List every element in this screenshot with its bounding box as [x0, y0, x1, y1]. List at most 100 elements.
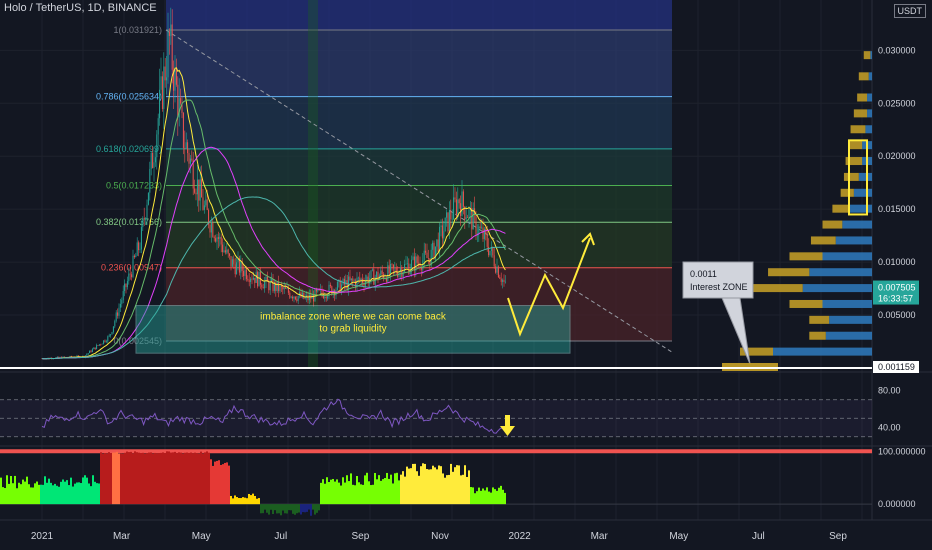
- oscillator-bar: [162, 452, 164, 505]
- candle-body: [433, 242, 435, 259]
- oscillator-bar: [258, 498, 260, 505]
- candle-body: [296, 299, 298, 301]
- oscillator-bar: [84, 475, 86, 505]
- oscillator-bar: [22, 479, 24, 505]
- candle-body: [349, 276, 351, 281]
- candle-body: [254, 277, 256, 283]
- oscillator-bar: [250, 495, 252, 505]
- oscillator-bar: [206, 451, 208, 505]
- oscillator-bar: [106, 453, 108, 505]
- oscillator-bar: [32, 487, 34, 505]
- oscillator-bar: [238, 498, 240, 505]
- oscillator-bar: [140, 452, 142, 505]
- candle-body: [346, 280, 348, 290]
- oscillator-bar: [226, 462, 228, 505]
- oscillator-bar: [438, 465, 440, 505]
- oscillator-bar: [378, 475, 380, 505]
- oscillator-bar: [204, 452, 206, 505]
- oscillator-pane: [0, 449, 872, 516]
- candle-body: [272, 278, 274, 292]
- oscillator-bar: [304, 504, 306, 513]
- oscillator-bar: [312, 504, 314, 510]
- candle-body: [86, 354, 88, 356]
- oscillator-bar: [480, 490, 482, 505]
- oscillator-bar: [72, 486, 74, 505]
- candle-body: [415, 256, 417, 271]
- oscillator-bar: [68, 485, 70, 505]
- candle-body: [94, 347, 96, 350]
- candle-body: [419, 262, 421, 268]
- candle-body: [408, 263, 410, 275]
- candle-body: [496, 266, 498, 273]
- volume-profile-bar-buy: [809, 315, 830, 324]
- interest-zone-callout: [682, 261, 754, 299]
- oscillator-bar: [460, 475, 462, 505]
- candle-body: [145, 219, 147, 220]
- oscillator-bar: [248, 493, 250, 505]
- oscillator-bar: [46, 482, 48, 505]
- volume-profile-bar-sell: [848, 204, 872, 213]
- oscillator-bar: [62, 479, 64, 505]
- oscillator-bar: [464, 465, 466, 505]
- trading-chart[interactable]: 1(0.031921) 0.786(0.025634) 0.618(0.020699…: [0, 0, 932, 550]
- candle-body: [167, 31, 169, 78]
- candle-body: [497, 266, 499, 278]
- candle-body: [301, 292, 303, 298]
- oscillator-bar: [482, 488, 484, 505]
- candle-body: [170, 24, 172, 36]
- candle-body: [373, 269, 375, 285]
- oscillator-bar: [418, 475, 420, 505]
- oscillator-bar: [364, 475, 366, 505]
- oscillator-bar: [454, 467, 456, 505]
- oscillator-bar: [216, 460, 218, 505]
- candle-body: [117, 312, 119, 316]
- candle-body: [489, 250, 491, 256]
- oscillator-bar: [444, 477, 446, 505]
- rsi-arrow-shaft: [505, 415, 510, 427]
- price-tick-label: 0.015000: [878, 204, 916, 214]
- oscillator-bar: [372, 484, 374, 505]
- candle-body: [293, 296, 295, 299]
- candle-body: [160, 76, 162, 90]
- volume-profile-bar-sell: [802, 284, 872, 293]
- price-tick-label: 0.025000: [878, 98, 916, 108]
- oscillator-bar: [264, 504, 266, 510]
- oscillator-bar: [440, 466, 442, 505]
- candle-body: [90, 350, 92, 352]
- oscillator-bar: [82, 477, 84, 505]
- oscillator-bar: [134, 451, 136, 505]
- oscillator-bar: [334, 481, 336, 505]
- candle-body: [91, 349, 93, 352]
- oscillator-bar: [26, 476, 28, 505]
- oscillator-bar: [122, 453, 124, 505]
- candle-body: [136, 242, 138, 256]
- candle-body: [308, 294, 310, 301]
- candle-body: [195, 192, 197, 195]
- candle-body: [343, 278, 345, 285]
- candle-body: [175, 67, 177, 85]
- oscillator-bar: [284, 504, 286, 514]
- oscillator-bar: [128, 452, 130, 505]
- oscillator-bar: [424, 463, 426, 505]
- candle-body: [103, 340, 105, 344]
- oscillator-bar: [320, 482, 322, 505]
- oscillator-bar: [0, 477, 2, 505]
- candle-body: [303, 292, 305, 299]
- oscillator-bar: [420, 466, 422, 505]
- candle-body: [216, 237, 218, 242]
- currency-badge[interactable]: USDT: [893, 4, 926, 18]
- candle-body: [262, 287, 264, 289]
- candle-body: [108, 335, 110, 337]
- oscillator-tick-label: 0.000000: [878, 499, 916, 509]
- oscillator-bar: [180, 452, 182, 505]
- candle-body: [264, 281, 266, 289]
- time-tick-label: Jul: [752, 531, 765, 542]
- oscillator-bar: [292, 504, 294, 514]
- candle-body: [455, 199, 457, 215]
- oscillator-bar: [342, 477, 344, 505]
- candle-body: [436, 239, 438, 247]
- oscillator-bar: [410, 468, 412, 505]
- oscillator-bar: [198, 453, 200, 505]
- oscillator-bar: [314, 504, 316, 515]
- candle-body: [223, 250, 225, 252]
